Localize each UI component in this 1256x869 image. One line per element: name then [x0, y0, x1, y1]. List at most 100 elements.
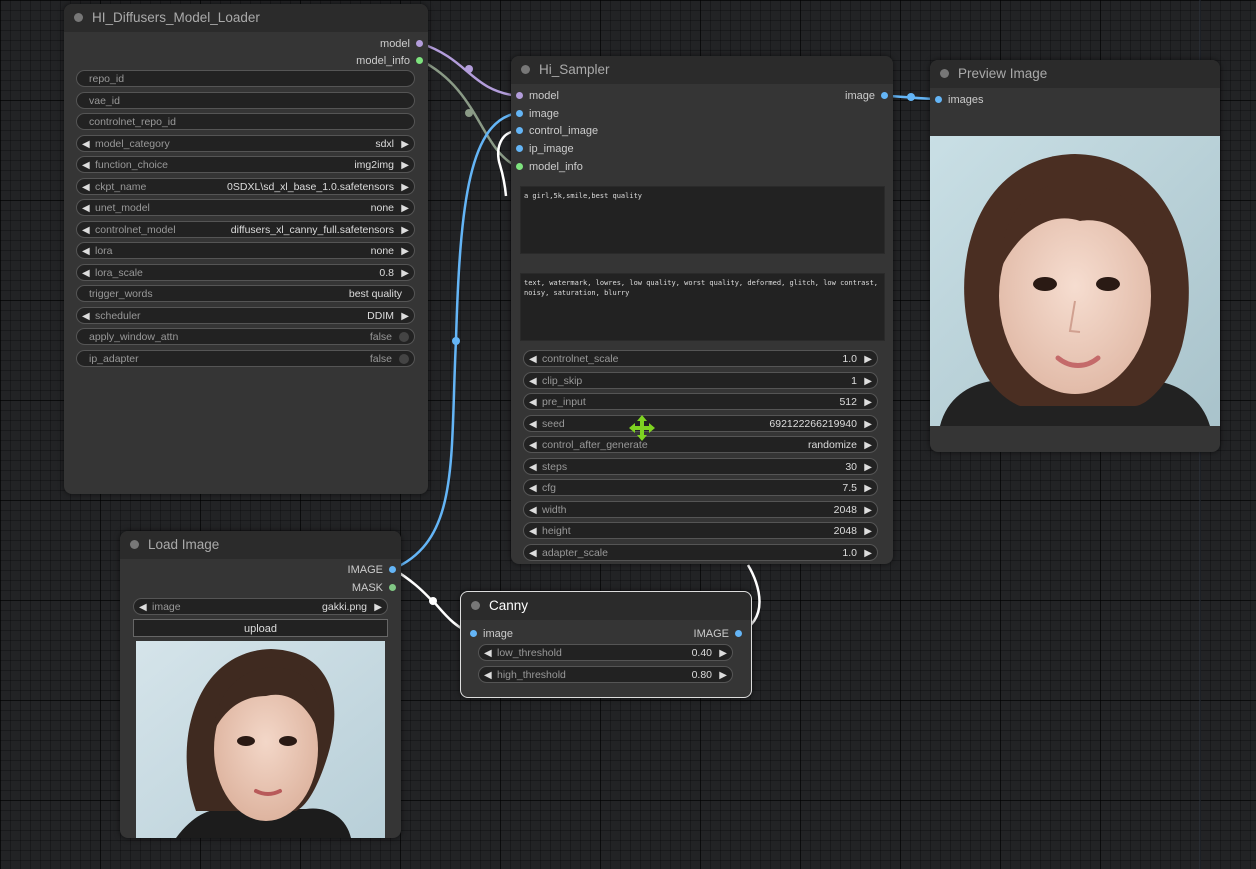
sampler-node[interactable]: Hi_Sampler model image control_image ip_… [511, 56, 893, 564]
increment-arrow-icon[interactable]: ▶ [719, 645, 727, 662]
output-slot-model-info[interactable]: model_info [356, 53, 423, 69]
decrement-arrow-icon[interactable]: ◀ [82, 265, 90, 282]
decrement-arrow-icon[interactable]: ◀ [529, 545, 537, 562]
widget-apply-window-attn[interactable]: apply_window_attn false [76, 328, 415, 345]
increment-arrow-icon[interactable]: ▶ [401, 179, 409, 196]
widget-high-threshold[interactable]: ◀ high_threshold 0.80 ▶ [478, 665, 733, 684]
slot-pin-icon[interactable] [735, 629, 742, 637]
slot-pin-icon[interactable] [389, 583, 396, 591]
increment-arrow-icon[interactable]: ▶ [864, 459, 872, 476]
widget-steps[interactable]: ◀ steps 30 ▶ [523, 457, 878, 476]
decrement-arrow-icon[interactable]: ◀ [82, 179, 90, 196]
collapse-dot-icon[interactable] [471, 600, 480, 610]
decrement-arrow-icon[interactable]: ◀ [529, 416, 537, 433]
increment-arrow-icon[interactable]: ▶ [864, 373, 872, 390]
collapse-dot-icon[interactable] [521, 64, 530, 74]
decrement-arrow-icon[interactable]: ◀ [529, 373, 537, 390]
slot-pin-icon[interactable] [470, 629, 477, 637]
input-slot-control-image[interactable]: control_image [516, 123, 598, 139]
widget-controlnet-repo-id[interactable]: controlnet_repo_id [76, 113, 415, 130]
widget-scheduler[interactable]: ◀ scheduler DDIM ▶ [76, 306, 415, 325]
node-title-bar[interactable]: Hi_Sampler [511, 56, 893, 84]
decrement-arrow-icon[interactable]: ◀ [139, 599, 147, 616]
slot-pin-icon[interactable] [516, 126, 523, 134]
collapse-dot-icon[interactable] [74, 12, 83, 22]
image-combo[interactable]: ◀ image gakki.png ▶ [133, 598, 388, 615]
widget-vae-id[interactable]: vae_id [76, 91, 415, 109]
canny-node[interactable]: Canny image IMAGE ◀ low_threshold 0.40 ▶ ◀ hi… [460, 591, 752, 698]
slot-pin-icon[interactable] [416, 39, 423, 47]
negative-prompt-textarea[interactable]: text, watermark, lowres, low quality, wo… [520, 273, 885, 341]
widget-lora-scale[interactable]: ◀ lora_scale 0.8 ▶ [76, 263, 415, 282]
decrement-arrow-icon[interactable]: ◀ [529, 523, 537, 540]
node-title-bar[interactable]: Canny [461, 592, 751, 620]
decrement-arrow-icon[interactable]: ◀ [82, 222, 90, 239]
widget-cfg[interactable]: ◀ cfg 7.5 ▶ [523, 479, 878, 496]
slot-pin-icon[interactable] [935, 95, 942, 103]
decrement-arrow-icon[interactable]: ◀ [82, 243, 90, 260]
slot-pin-icon[interactable] [516, 144, 523, 152]
widget-control-after-generate[interactable]: ◀ control_after_generate randomize ▶ [523, 436, 878, 453]
widget-ip-adapter[interactable]: ip_adapter false [76, 349, 415, 367]
increment-arrow-icon[interactable]: ▶ [401, 136, 409, 153]
node-title-bar[interactable]: Preview Image [930, 60, 1220, 88]
increment-arrow-icon[interactable]: ▶ [401, 308, 409, 325]
widget-width[interactable]: ◀ width 2048 ▶ [523, 500, 878, 519]
input-slot-model[interactable]: model [516, 88, 559, 104]
node-title-bar[interactable]: HI_Diffusers_Model_Loader [64, 4, 428, 32]
widget-model-category[interactable]: ◀ model_category sdxl ▶ [76, 134, 415, 153]
widget-function-choice[interactable]: ◀ function_choice img2img ▶ [76, 156, 415, 173]
input-slot-image[interactable]: image [516, 106, 559, 122]
increment-arrow-icon[interactable]: ▶ [864, 480, 872, 497]
preview-output-image[interactable] [930, 136, 1220, 426]
increment-arrow-icon[interactable]: ▶ [864, 394, 872, 411]
input-slot-images[interactable]: images [935, 92, 983, 108]
decrement-arrow-icon[interactable]: ◀ [529, 502, 537, 519]
output-slot-mask[interactable]: MASK [352, 580, 396, 596]
widget-trigger-words[interactable]: trigger_words best quality [76, 285, 415, 302]
decrement-arrow-icon[interactable]: ◀ [82, 157, 90, 174]
preview-image-node[interactable]: Preview Image images [930, 60, 1220, 452]
decrement-arrow-icon[interactable]: ◀ [82, 308, 90, 325]
increment-arrow-icon[interactable]: ▶ [374, 599, 382, 616]
collapse-dot-icon[interactable] [130, 539, 139, 549]
widget-repo-id[interactable]: repo_id [76, 70, 415, 87]
widget-controlnet-model[interactable]: ◀ controlnet_model diffusers_xl_canny_full… [76, 220, 415, 239]
decrement-arrow-icon[interactable]: ◀ [529, 437, 537, 454]
node-title-bar[interactable]: Load Image [120, 531, 401, 559]
output-slot-model[interactable]: model [380, 36, 423, 52]
toggle-knob-icon[interactable] [399, 353, 409, 364]
slot-pin-icon[interactable] [389, 565, 396, 573]
increment-arrow-icon[interactable]: ▶ [719, 667, 727, 684]
decrement-arrow-icon[interactable]: ◀ [529, 394, 537, 411]
increment-arrow-icon[interactable]: ▶ [864, 545, 872, 562]
widget-ckpt-name[interactable]: ◀ ckpt_name 0SDXL\sd_xl_base_1.0.safetenso… [76, 177, 415, 196]
decrement-arrow-icon[interactable]: ◀ [484, 645, 492, 662]
input-slot-image[interactable]: image [470, 626, 513, 642]
slot-pin-icon[interactable] [516, 162, 523, 170]
output-slot-image[interactable]: IMAGE [694, 626, 742, 642]
input-slot-model-info[interactable]: model_info [516, 159, 583, 175]
collapse-dot-icon[interactable] [940, 68, 949, 78]
slot-pin-icon[interactable] [516, 109, 523, 117]
decrement-arrow-icon[interactable]: ◀ [529, 459, 537, 476]
widget-low-threshold[interactable]: ◀ low_threshold 0.40 ▶ [478, 644, 733, 661]
slot-pin-icon[interactable] [416, 56, 423, 64]
increment-arrow-icon[interactable]: ▶ [401, 243, 409, 260]
decrement-arrow-icon[interactable]: ◀ [529, 480, 537, 497]
increment-arrow-icon[interactable]: ▶ [864, 351, 872, 368]
widget-clip-skip[interactable]: ◀ clip_skip 1 ▶ [523, 371, 878, 390]
positive-prompt-textarea[interactable]: a girl,5k,smile,best quality [520, 186, 885, 254]
widget-height[interactable]: ◀ height 2048 ▶ [523, 522, 878, 539]
slot-pin-icon[interactable] [516, 91, 523, 99]
output-slot-image[interactable]: image [845, 88, 888, 104]
load-image-node[interactable]: Load Image IMAGE MASK ◀ image gakki.png … [120, 531, 401, 838]
decrement-arrow-icon[interactable]: ◀ [82, 136, 90, 153]
upload-button[interactable]: upload [133, 619, 388, 637]
increment-arrow-icon[interactable]: ▶ [401, 200, 409, 217]
increment-arrow-icon[interactable]: ▶ [864, 416, 872, 433]
slot-pin-icon[interactable] [881, 91, 888, 99]
decrement-arrow-icon[interactable]: ◀ [484, 667, 492, 684]
input-slot-ip-image[interactable]: ip_image [516, 141, 574, 157]
output-slot-image[interactable]: IMAGE [348, 562, 396, 578]
